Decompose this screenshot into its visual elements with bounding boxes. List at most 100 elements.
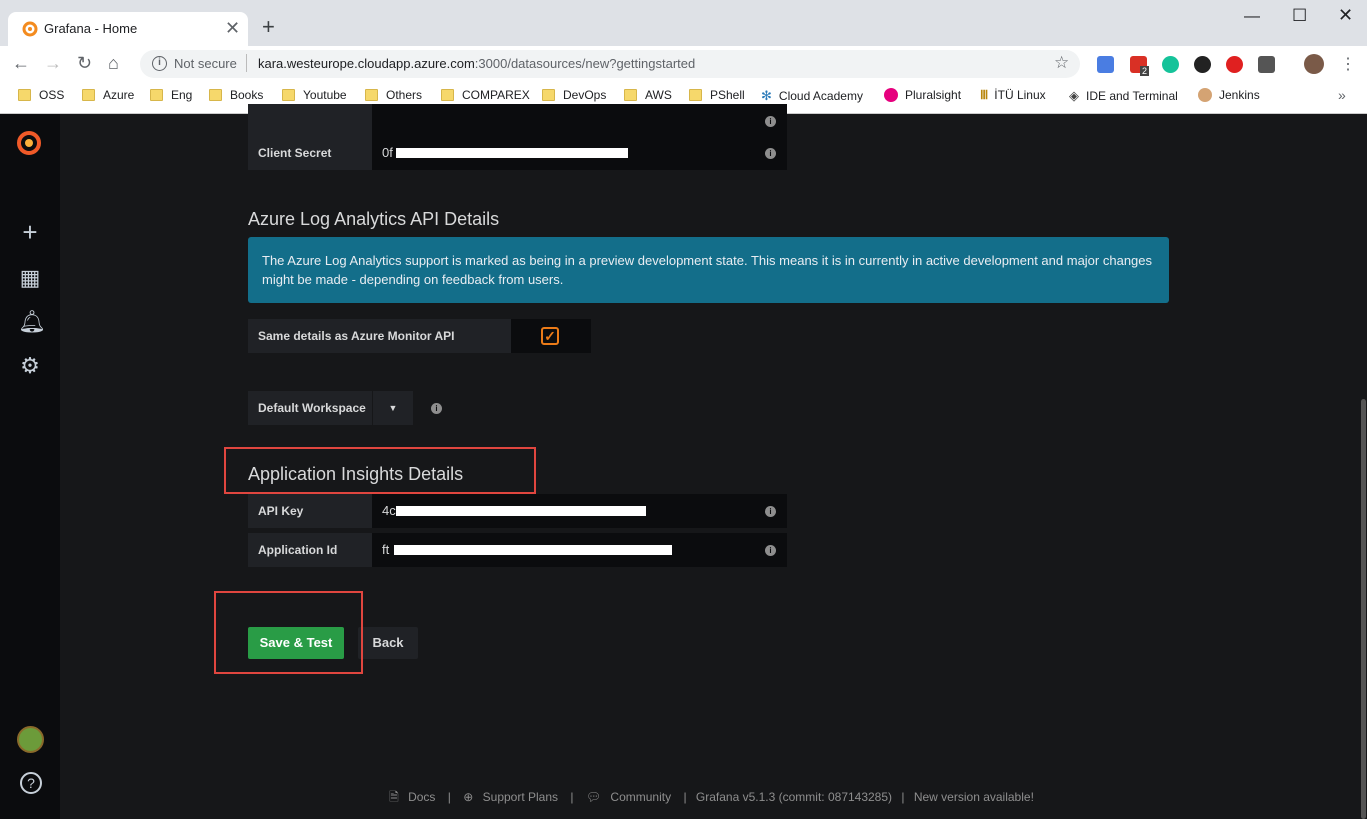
footer-new-version-link[interactable]: New version available! — [914, 790, 1034, 804]
bookmark-jenkins[interactable]: Jenkins — [1198, 88, 1260, 102]
client-secret-row: Client Secret 0f i — [248, 136, 787, 170]
diamond-icon: ◈ — [1069, 88, 1079, 103]
grammarly-extension-icon[interactable] — [1162, 56, 1179, 73]
back-arrow-icon[interactable]: ← — [12, 53, 30, 73]
bookmark-star-icon[interactable]: ☆ — [1054, 53, 1069, 73]
bookmark-label: Jenkins — [1219, 88, 1260, 102]
home-icon[interactable]: ⌂ — [108, 53, 119, 73]
folder-icon — [18, 89, 31, 101]
api-key-label: API Key — [248, 494, 372, 528]
plus-icon[interactable]: + — [18, 219, 42, 245]
maximize-icon[interactable]: ☐ — [1292, 6, 1307, 26]
folder-icon — [441, 89, 454, 101]
same-details-checkbox[interactable]: ✓ — [511, 319, 591, 353]
snowflake-icon: ✻ — [761, 88, 772, 103]
new-tab-icon[interactable]: + — [262, 16, 275, 38]
pocket-extension-icon[interactable] — [1258, 56, 1275, 73]
bookmark-label: Azure — [103, 88, 135, 102]
tab-title: Grafana - Home — [44, 21, 138, 36]
bell-icon[interactable]: 🔔︎ — [18, 310, 46, 334]
bookmark-label: Cloud Academy — [778, 89, 863, 103]
footer-docs-label: Docs — [408, 790, 436, 804]
bookmark-azure[interactable]: Azure — [82, 88, 134, 102]
bookmark-eng[interactable]: Eng — [150, 88, 192, 102]
bookmark-ide-terminal[interactable]: ◈ IDE and Terminal — [1069, 88, 1178, 104]
bookmark-label: IDE and Terminal — [1086, 89, 1178, 103]
fish-extension-icon[interactable] — [1194, 56, 1211, 73]
bookmark-pshell[interactable]: PShell — [689, 88, 745, 102]
gear-icon[interactable]: ⚙ — [18, 354, 42, 378]
same-details-label: Same details as Azure Monitor API — [248, 319, 511, 353]
bookmark-aws[interactable]: AWS — [624, 88, 672, 102]
bookmark-label: Others — [386, 88, 423, 102]
user-avatar[interactable] — [17, 726, 44, 753]
info-icon: i — [765, 506, 776, 517]
client-secret-input[interactable]: 0f i — [372, 136, 787, 170]
pluralsight-icon — [884, 88, 898, 102]
info-icon: i — [765, 148, 776, 159]
scrollbar-thumb[interactable] — [1361, 399, 1366, 819]
app-id-row: Application Id ft i — [248, 533, 787, 567]
info-icon: i — [765, 545, 776, 556]
bookmark-label: Youtube — [303, 88, 347, 102]
bookmark-devops[interactable]: DevOps — [542, 88, 606, 102]
footer-docs-link[interactable]: 🗎 Docs — [386, 790, 438, 804]
address-bar[interactable]: i Not secure kara.westeurope.cloudapp.az… — [140, 50, 1080, 78]
forward-arrow-icon[interactable]: → — [44, 53, 62, 73]
bookmark-pluralsight[interactable]: Pluralsight — [884, 88, 961, 102]
bookmark-label: DevOps — [563, 88, 607, 102]
translate-extension-icon[interactable] — [1097, 56, 1114, 73]
client-id-input[interactable]: i — [372, 104, 787, 138]
itu-icon: Ⅲ — [980, 88, 989, 102]
footer-support-label: Support Plans — [482, 790, 559, 804]
grafana-logo-icon[interactable] — [14, 128, 44, 158]
bookmark-youtube[interactable]: Youtube — [282, 88, 347, 102]
bookmark-books[interactable]: Books — [209, 88, 263, 102]
folder-icon — [82, 89, 95, 101]
dashboards-icon[interactable]: ▦ — [18, 266, 42, 290]
grafana-sidemenu: + ▦ 🔔︎ ⚙ ? — [0, 114, 60, 819]
heading-highlight-box — [224, 447, 536, 494]
window-close-icon[interactable]: ✕ — [1338, 5, 1353, 26]
browser-tab[interactable]: Grafana - Home ✕ — [8, 12, 248, 46]
tab-close-icon[interactable]: ✕ — [225, 18, 240, 39]
url-path: :3000/datasources/new?gettingstarted — [474, 56, 696, 71]
reload-icon[interactable]: ↻ — [77, 53, 92, 73]
grafana-favicon-icon — [22, 21, 38, 37]
minimize-icon[interactable]: — — [1244, 8, 1260, 26]
app-id-value: ft — [382, 542, 390, 557]
bookmark-cloud-academy[interactable]: ✻ Cloud Academy — [761, 88, 863, 104]
info-icon: i — [765, 116, 776, 127]
default-workspace-select[interactable]: ▼ — [372, 391, 413, 425]
client-secret-value: 0f — [382, 145, 393, 160]
help-icon[interactable]: ? — [20, 772, 42, 794]
app-id-input[interactable]: ft i — [372, 533, 787, 567]
browser-menu-icon[interactable]: ⋮ — [1340, 54, 1356, 74]
redaction-mask — [394, 545, 672, 555]
footer-support-link[interactable]: ⊕ Support Plans — [460, 790, 561, 804]
footer-separator: | — [447, 790, 451, 804]
tab-strip: Grafana - Home ✕ + — ☐ ✕ — [0, 0, 1367, 46]
bookmarks-more-icon[interactable]: » — [1338, 87, 1346, 103]
footer-community-link[interactable]: 💬︎ Community — [583, 790, 674, 804]
bookmark-others[interactable]: Others — [365, 88, 422, 102]
url-text[interactable]: kara.westeurope.cloudapp.azure.com:3000/… — [258, 56, 695, 71]
page-scrollbar[interactable] — [1360, 114, 1367, 819]
bookmark-itu-linux[interactable]: Ⅲ İTÜ Linux — [980, 88, 1046, 102]
jenkins-icon — [1198, 88, 1212, 102]
api-key-input[interactable]: 4c i — [372, 494, 787, 528]
footer-version: Grafana v5.1.3 (commit: 087143285) — [695, 790, 893, 804]
bookmark-comparex[interactable]: COMPAREX — [441, 88, 530, 102]
profile-avatar[interactable] — [1304, 54, 1324, 74]
back-button[interactable]: Back — [358, 627, 418, 659]
bookmark-oss[interactable]: OSS — [18, 88, 64, 102]
button-highlight-box — [214, 591, 363, 674]
url-host: kara.westeurope.cloudapp.azure.com — [258, 56, 475, 71]
client-id-label — [248, 104, 372, 138]
folder-icon — [689, 89, 702, 101]
site-info-icon[interactable]: i — [152, 56, 167, 71]
adblock-extension-icon[interactable] — [1226, 56, 1243, 73]
client-id-row: i — [248, 104, 787, 138]
redaction-mask — [396, 148, 628, 158]
same-details-row: Same details as Azure Monitor API ✓ — [248, 319, 591, 353]
